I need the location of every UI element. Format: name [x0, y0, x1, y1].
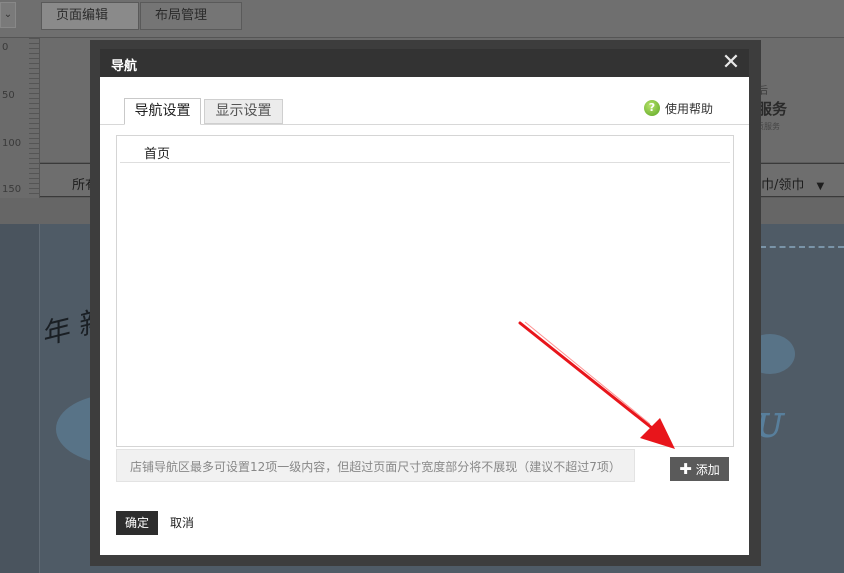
modal-titlebar[interactable]: 导航 ✕	[100, 49, 749, 77]
ruler-marks	[29, 38, 39, 198]
add-button[interactable]: ✚ 添加	[670, 457, 729, 481]
chevron-down-icon: ⌄	[3, 9, 13, 20]
modal-title: 导航	[111, 59, 138, 74]
ruler-tick: 150	[2, 184, 22, 195]
tab-layout-manage[interactable]: 布局管理	[140, 2, 242, 30]
confirm-button[interactable]: 确定	[116, 511, 158, 535]
cancel-button[interactable]: 取消	[170, 511, 194, 535]
nav-items-list[interactable]: 首页	[116, 135, 734, 447]
tab-page-edit[interactable]: 页面编辑	[41, 2, 139, 30]
tab-nav-settings[interactable]: 导航设置	[124, 98, 201, 125]
editor-topbar: ⌄ 页面编辑 布局管理	[0, 0, 844, 38]
topbar-dropdown[interactable]: ⌄	[0, 2, 16, 28]
ruler-tick: 50	[2, 90, 15, 101]
plus-icon: ✚	[679, 459, 692, 478]
help-link[interactable]: ? 使用帮助	[644, 99, 713, 117]
close-icon[interactable]: ✕	[719, 50, 743, 76]
tab-display-settings[interactable]: 显示设置	[204, 99, 283, 124]
add-button-label: 添加	[695, 462, 720, 477]
banner-left-strip	[0, 224, 40, 573]
ruler-tick: 0	[2, 42, 9, 53]
modal-body: 导航设置 显示设置 ? 使用帮助 首页 店铺导航区最多可设置12项一级内容，但超…	[100, 77, 749, 555]
ruler-tick: 100	[2, 138, 22, 149]
info-notice: 店铺导航区最多可设置12项一级内容，但超过页面尺寸宽度部分将不展现（建议不超过7…	[116, 449, 635, 482]
vertical-ruler: 0 50 100 150	[0, 38, 40, 198]
help-icon: ?	[644, 100, 660, 116]
chevron-down-icon: ▼	[816, 181, 825, 192]
list-item[interactable]: 首页	[120, 139, 730, 163]
info-text: 店铺导航区最多可设置12项一级内容，但超过页面尺寸宽度部分将不展现（建议不超过7…	[130, 460, 621, 474]
banner-dashed-line	[760, 246, 844, 248]
nav-item-label: 首页	[144, 147, 171, 162]
help-label: 使用帮助	[665, 101, 714, 116]
